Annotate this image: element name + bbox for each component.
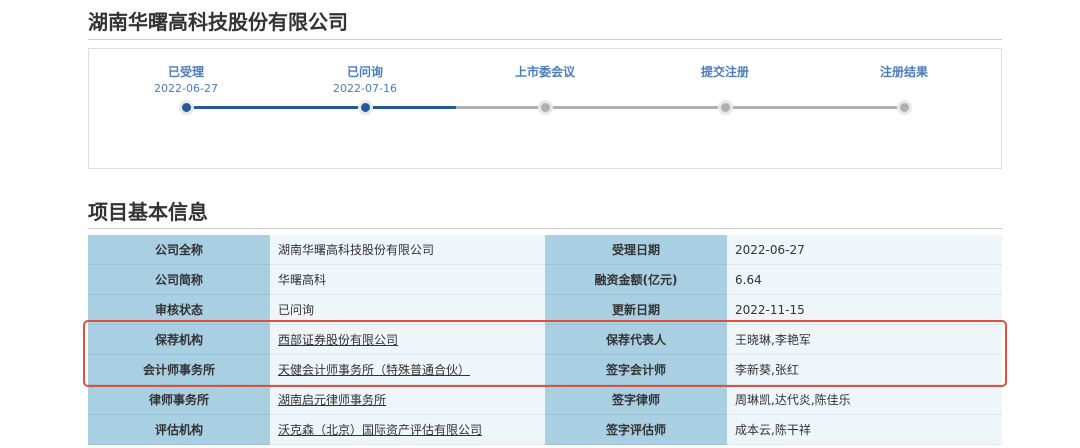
value-link[interactable]: 湖南启元律师事务所	[278, 393, 386, 407]
field-value: 周琳凯,达代炎,陈佳乐	[727, 384, 1002, 415]
table-row: 公司全称 湖南华曙高科技股份有限公司 受理日期 2022-06-27	[88, 235, 1002, 265]
table-row: 评估机构 沃克森（北京）国际资产评估有限公司 签字评估师 成本云,陈干祥	[88, 414, 1002, 445]
field-value: 华曙高科	[270, 264, 545, 295]
step-label: 提交注册	[700, 65, 749, 79]
field-value: 2022-06-27	[727, 235, 1002, 265]
field-value: 成本云,陈干祥	[727, 414, 1002, 445]
step-date: 2022-06-27	[154, 82, 218, 95]
field-label: 律师事务所	[88, 384, 270, 415]
step-dot-icon	[179, 100, 194, 115]
step-label: 已问询	[346, 65, 383, 79]
step-dot-icon	[718, 100, 733, 115]
step-dot-icon	[538, 100, 553, 115]
field-label: 融资金额(亿元)	[545, 264, 727, 295]
divider	[88, 39, 1002, 40]
divider	[88, 228, 1002, 229]
field-value: 湖南华曙高科技股份有限公司	[270, 235, 545, 265]
step-label: 上市委会议	[514, 65, 575, 79]
table-row: 律师事务所 湖南启元律师事务所 签字律师 周琳凯,达代炎,陈佳乐	[88, 384, 1002, 415]
step-label: 已受理	[167, 65, 204, 79]
section-title: 项目基本信息	[88, 200, 208, 224]
step-label: 注册结果	[879, 65, 928, 79]
step-date: 2022-07-16	[333, 82, 397, 95]
highlight-box	[83, 320, 1007, 387]
progress-step: 提交注册	[645, 63, 805, 82]
value-link[interactable]: 沃克森（北京）国际资产评估有限公司	[278, 423, 482, 437]
field-label: 受理日期	[545, 235, 727, 265]
progress-step: 注册结果	[824, 63, 984, 82]
progress-panel: 已受理 2022-06-27 已问询 2022-07-16 上市委会议 提交注册 注册结果	[88, 48, 1002, 169]
field-label: 公司全称	[88, 235, 270, 265]
value-text: 湖南华曙高科技股份有限公司	[278, 243, 435, 257]
progress-step: 已受理 2022-06-27	[106, 63, 266, 95]
step-dot-icon	[897, 100, 912, 115]
progress-fill	[186, 106, 456, 109]
field-value: 6.64	[727, 264, 1002, 295]
value-text: 已问询	[278, 303, 315, 317]
table-row: 公司简称 华曙高科 融资金额(亿元) 6.64	[88, 264, 1002, 295]
field-value: 湖南启元律师事务所	[270, 384, 545, 415]
value-text: 华曙高科	[278, 273, 327, 287]
field-label: 公司简称	[88, 264, 270, 295]
progress-step: 已问询 2022-07-16	[285, 63, 445, 95]
progress-step: 上市委会议	[465, 63, 625, 82]
step-dot-icon	[358, 100, 373, 115]
field-value: 沃克森（北京）国际资产评估有限公司	[270, 414, 545, 445]
company-title: 湖南华曙高科技股份有限公司	[88, 10, 348, 34]
field-label: 签字评估师	[545, 414, 727, 445]
field-label: 签字律师	[545, 384, 727, 415]
field-label: 评估机构	[88, 414, 270, 445]
